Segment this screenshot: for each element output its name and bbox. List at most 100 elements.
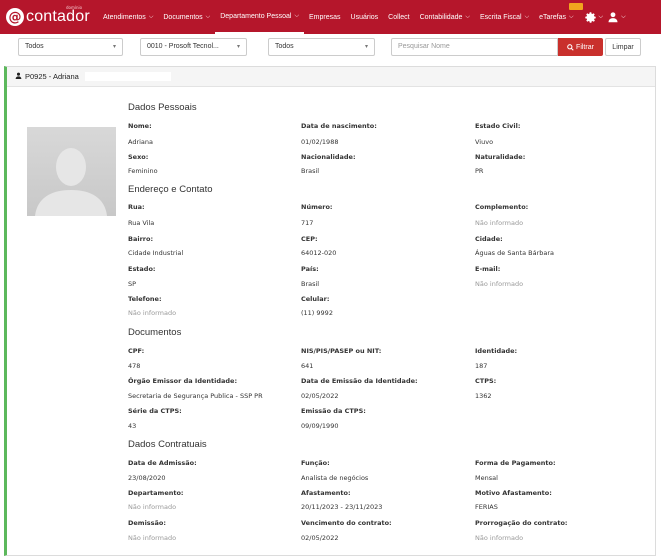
chevron-down-icon: ⌵ xyxy=(465,13,470,20)
value-sexo: Feminino xyxy=(128,167,158,175)
chevron-down-icon: ⌵ xyxy=(205,13,211,20)
label-identidade: Identidade: xyxy=(475,347,518,355)
filter-select-1[interactable]: Todos ▾ xyxy=(18,38,123,56)
label-rua: Rua: xyxy=(128,203,145,211)
value-identidade: 187 xyxy=(475,362,488,370)
value-bairro: Cidade Industrial xyxy=(128,249,184,257)
chevron-down-icon[interactable]: ⌵ xyxy=(621,13,626,21)
search-placeholder: Pesquisar Nome xyxy=(398,43,450,50)
label-cpf: CPF: xyxy=(128,347,145,355)
value-cpf: 478 xyxy=(128,362,141,370)
top-navbar: @ contador domínio Atendimentos ⌵ Documen… xyxy=(0,0,661,34)
filter-button[interactable]: Filtrar xyxy=(558,38,603,56)
label-estado-civil: Estado Civil: xyxy=(475,122,521,130)
nav-collect-label: Collect xyxy=(388,13,410,21)
value-departamento: Não informado xyxy=(128,503,177,511)
nav-etarefas[interactable]: eTarefas ⌵ xyxy=(534,0,584,34)
value-afastamento: 20/11/2023 - 23/11/2023 xyxy=(301,503,383,511)
user-icon[interactable] xyxy=(607,11,619,23)
nav-contabilidade-label: Contabilidade xyxy=(419,13,463,21)
label-data-nascimento: Data de nascimento: xyxy=(301,122,377,130)
employee-photo-placeholder xyxy=(27,127,116,216)
value-cidade: Águas de Santa Bárbara xyxy=(475,249,555,257)
nav-collect[interactable]: Collect xyxy=(383,0,414,34)
value-nis: 641 xyxy=(301,362,314,370)
section-documentos: Documentos xyxy=(128,327,182,338)
value-data-emissao-identidade: 02/05/2022 xyxy=(301,392,339,400)
value-pais: Brasil xyxy=(301,280,320,288)
value-forma-pagamento: Mensal xyxy=(475,474,498,482)
value-nacionalidade: Brasil xyxy=(301,167,320,175)
nav-escrita-fiscal-label: Escrita Fiscal xyxy=(479,13,522,21)
gear-icon[interactable] xyxy=(584,11,597,24)
label-nis: NIS/PIS/PASEP ou NIT: xyxy=(301,347,382,355)
nav-menu: Atendimentos ⌵ Documentos ⌵ Departamento P… xyxy=(98,0,584,34)
nav-escrita-fiscal[interactable]: Escrita Fiscal ⌵ xyxy=(475,0,534,34)
value-celular: (11) 9992 xyxy=(301,309,333,317)
label-bairro: Bairro: xyxy=(128,235,154,243)
clear-button[interactable]: Limpar xyxy=(605,38,641,56)
logo-subtext: domínio xyxy=(66,5,83,10)
label-data-admissao: Data de Admissão: xyxy=(128,459,197,467)
label-numero: Número: xyxy=(301,203,333,211)
value-naturalidade: PR xyxy=(475,167,484,175)
nav-empresas-label: Empresas xyxy=(309,13,341,21)
label-sexo: Sexo: xyxy=(128,153,149,161)
label-cep: CEP: xyxy=(301,235,318,243)
nav-empresas[interactable]: Empresas xyxy=(304,0,346,34)
value-orgao-emissor: Secretaria de Segurança Publica - SSP PR xyxy=(128,392,263,400)
nav-contabilidade[interactable]: Contabilidade ⌵ xyxy=(415,0,475,34)
value-cep: 64012-020 xyxy=(301,249,337,257)
value-telefone: Não informado xyxy=(128,309,177,317)
search-icon xyxy=(567,43,574,51)
chevron-down-icon: ⌵ xyxy=(148,13,154,20)
label-data-emissao-identidade: Data de Emissão da Identidade: xyxy=(301,377,418,385)
label-departamento: Departamento: xyxy=(128,489,184,497)
value-vencimento-contrato: 02/05/2022 xyxy=(301,534,339,542)
person-icon xyxy=(15,72,22,81)
filter-select-3-value: Todos xyxy=(275,43,294,50)
label-cidade: Cidade: xyxy=(475,235,503,243)
label-ctps: CTPS: xyxy=(475,377,497,385)
caret-down-icon: ▾ xyxy=(364,44,368,50)
value-complemento: Não informado xyxy=(475,219,524,227)
nav-etarefas-label: eTarefas xyxy=(539,13,566,21)
filter-button-label: Filtrar xyxy=(576,43,594,51)
contador-logo[interactable]: @ contador domínio xyxy=(6,2,94,32)
label-email: E-mail: xyxy=(475,265,501,273)
label-orgao-emissor: Órgão Emissor da Identidade: xyxy=(128,377,238,385)
nav-usuarios[interactable]: Usuários xyxy=(346,0,384,34)
section-dados-contratuais: Dados Contratuais xyxy=(128,439,207,450)
value-estado: SP xyxy=(128,280,137,288)
label-nome: Nome: xyxy=(128,122,152,130)
value-data-admissao: 23/08/2020 xyxy=(128,474,166,482)
filter-select-3[interactable]: Todos ▾ xyxy=(268,38,375,56)
company-select[interactable]: 0010 - Prosoft Tecnol... ▾ xyxy=(140,38,247,56)
value-funcao: Analista de negócios xyxy=(301,474,369,482)
label-funcao: Função: xyxy=(301,459,330,467)
employee-card-header[interactable]: P0925 - Adriana xyxy=(7,67,655,87)
nav-usuarios-label: Usuários xyxy=(350,13,379,21)
value-data-nascimento: 01/02/1988 xyxy=(301,138,339,146)
value-estado-civil: Viuvo xyxy=(475,138,494,146)
employee-card-title: P0925 - Adriana xyxy=(25,72,79,81)
chevron-down-icon[interactable]: ⌵ xyxy=(599,13,604,21)
company-select-value: 0010 - Prosoft Tecnol... xyxy=(147,43,219,50)
label-forma-pagamento: Forma de Pagamento: xyxy=(475,459,556,467)
value-demissao: Não informado xyxy=(128,534,177,542)
label-nacionalidade: Nacionalidade: xyxy=(301,153,356,161)
value-email: Não informado xyxy=(475,280,524,288)
logo-text: contador xyxy=(26,8,90,25)
nav-documentos[interactable]: Documentos ⌵ xyxy=(158,0,215,34)
search-name-input[interactable]: Pesquisar Nome xyxy=(391,38,558,56)
nav-atendimentos[interactable]: Atendimentos ⌵ xyxy=(98,0,158,34)
chevron-down-icon: ⌵ xyxy=(294,12,300,19)
nav-documentos-label: Documentos xyxy=(163,13,203,21)
section-dados-pessoais: Dados Pessoais xyxy=(128,102,197,113)
nav-departamento-pessoal[interactable]: Departamento Pessoal ⌵ xyxy=(215,0,305,34)
value-emissao-ctps: 09/09/1990 xyxy=(301,422,339,430)
clear-button-label: Limpar xyxy=(612,43,634,51)
filter-bar: Todos ▾ 0010 - Prosoft Tecnol... ▾ Todos… xyxy=(0,34,661,62)
label-telefone: Telefone: xyxy=(128,295,162,303)
label-demissao: Demissão: xyxy=(128,519,166,527)
